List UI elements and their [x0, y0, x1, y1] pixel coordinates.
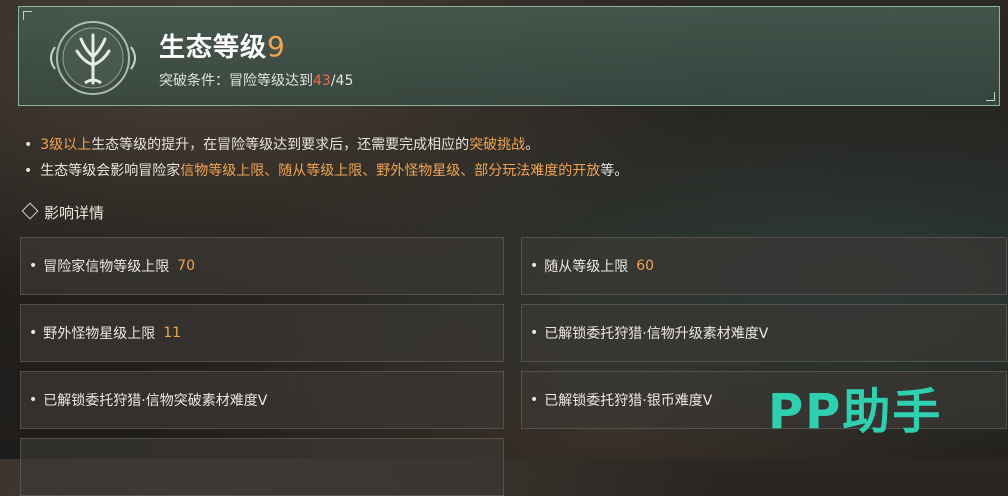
- effect-label: 野外怪物星级上限: [43, 326, 156, 342]
- title-text: 生态等级: [159, 33, 268, 63]
- condition-total: /45: [330, 73, 354, 89]
- notes-list: • 3级以上生态等级的提升，在冒险等级达到要求后，还需要完成相应的突破挑战。 • 生…: [24, 132, 628, 184]
- condition-label: 突破条件：冒险等级达到: [159, 73, 313, 89]
- note-text: 突破挑战: [469, 137, 526, 153]
- note-text: 信物等级上限、随从等级上限、野外怪物星级、部分玩法难度的开放: [180, 163, 601, 179]
- effect-card: [20, 438, 504, 496]
- corner-ornament-icon: [986, 92, 995, 101]
- effect-label: 已解锁委托狩猎·信物升级素材难度V: [544, 326, 769, 342]
- note-text: 生态等级的提升，在冒险等级达到要求后，还需要完成相应的: [91, 137, 470, 153]
- corner-ornament-icon: [23, 11, 32, 20]
- breakthrough-condition: 突破条件：冒险等级达到43/45: [159, 70, 353, 90]
- tree-emblem-icon: [50, 21, 136, 95]
- effect-label: 冒险家信物等级上限: [43, 259, 170, 275]
- diamond-icon: [21, 202, 39, 220]
- note-text: 3级以上: [40, 137, 92, 153]
- effect-value: 60: [636, 258, 655, 274]
- note-text: 。: [525, 137, 540, 153]
- effect-card: • 已解锁委托狩猎·信物突破素材难度V: [20, 371, 504, 429]
- level-number: 9: [267, 30, 286, 63]
- note-text: 生态等级会影响冒险家: [40, 163, 181, 179]
- note-item: • 生态等级会影响冒险家信物等级上限、随从等级上限、野外怪物星级、部分玩法难度的开…: [24, 163, 629, 179]
- effect-label: 已解锁委托狩猎·银币难度V: [544, 393, 713, 409]
- section-heading: 影响详情: [21, 202, 105, 223]
- ecology-level-header: 生态等级9 突破条件：冒险等级达到43/45: [18, 6, 1000, 106]
- section-title: 影响详情: [44, 204, 105, 222]
- effect-card: • 冒险家信物等级上限 70: [20, 237, 504, 295]
- note-item: • 3级以上生态等级的提升，在冒险等级达到要求后，还需要完成相应的突破挑战。: [24, 137, 540, 153]
- note-text: 等。: [600, 163, 629, 179]
- page-title: 生态等级9: [159, 27, 286, 64]
- effect-card: • 已解锁委托狩猎·信物升级素材难度V: [521, 304, 1007, 362]
- effect-value: 11: [163, 325, 182, 341]
- effect-card: • 随从等级上限 60: [521, 237, 1007, 295]
- effect-label: 随从等级上限: [544, 259, 629, 275]
- effect-label: 已解锁委托狩猎·信物突破素材难度V: [43, 393, 268, 409]
- effect-card: • 野外怪物星级上限 11: [20, 304, 504, 362]
- condition-current: 43: [313, 73, 331, 89]
- effect-value: 70: [177, 258, 196, 274]
- watermark-logo: PP助手: [768, 384, 943, 440]
